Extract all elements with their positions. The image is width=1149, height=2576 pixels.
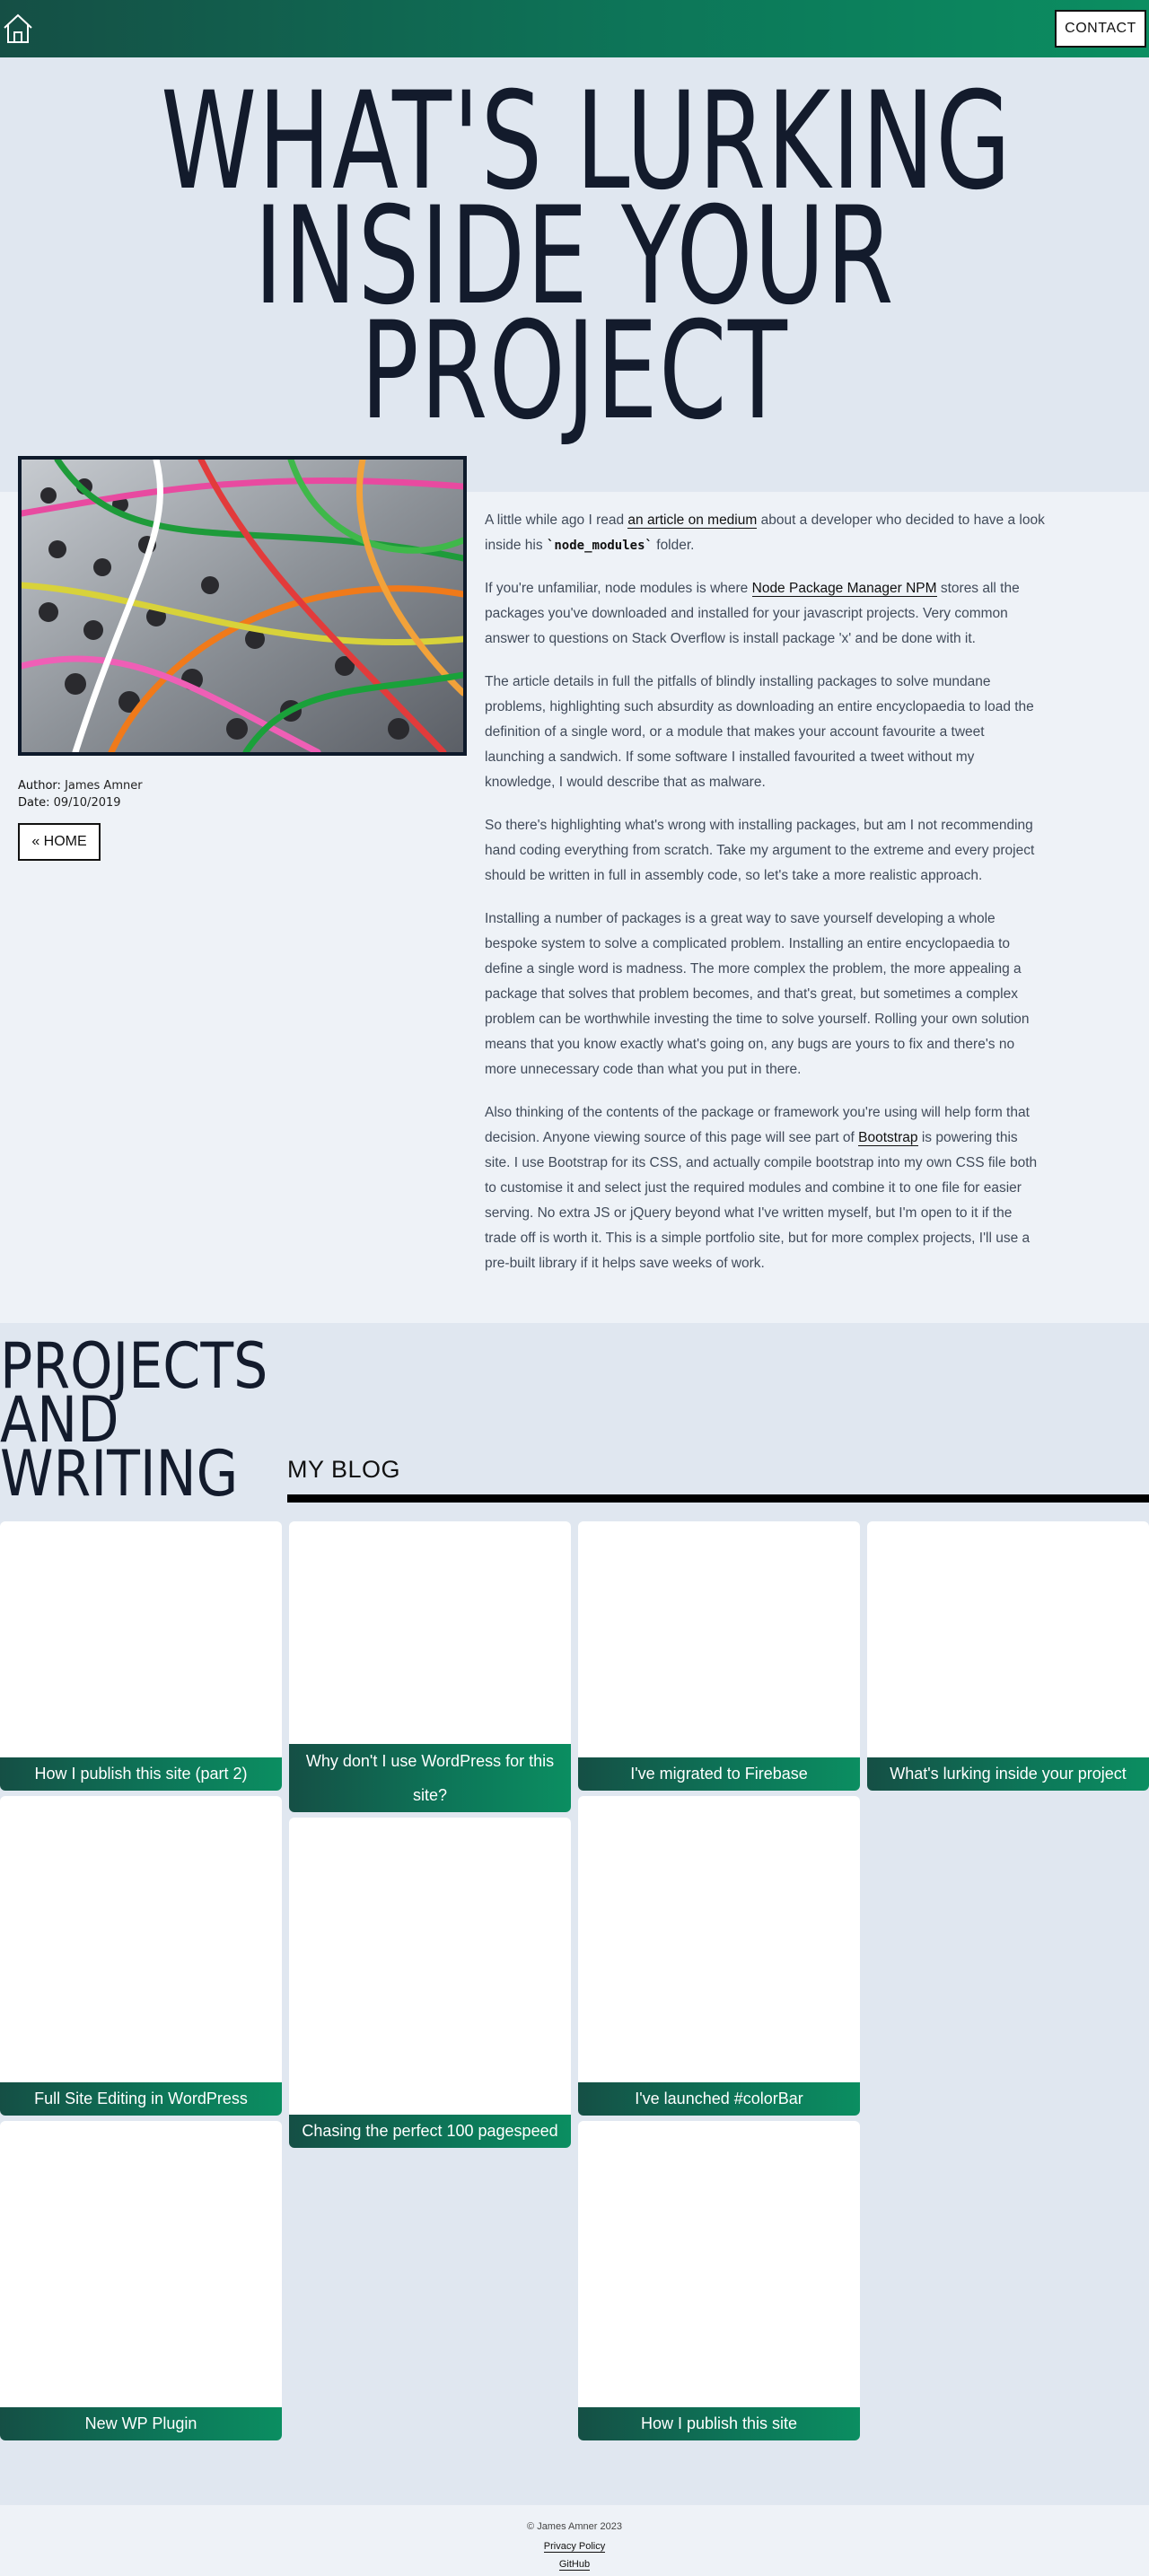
blog-card-title[interactable]: Full Site Editing in WordPress [0, 2082, 282, 2116]
article-meta: Author: James Amner Date: 09/10/2019 [18, 777, 143, 811]
feature-image [18, 456, 467, 756]
blog-divider [287, 1494, 1149, 1503]
projects-section: PROJECTS AND WRITING MY BLOG How I publi… [0, 1323, 1149, 2505]
blog-label: MY BLOG [287, 1456, 401, 1483]
article-section: Author: James Amner Date: 09/10/2019 « H… [0, 456, 1149, 1323]
article-paragraph: A little while ago I read an article on … [485, 508, 1047, 558]
blog-card[interactable]: What's lurking inside your project [867, 1521, 1149, 1791]
blog-card-title[interactable]: How I publish this site [578, 2407, 860, 2440]
inline-code: `node_modules` [546, 539, 653, 553]
blog-card[interactable]: How I publish this site [578, 2121, 860, 2440]
projects-heading: PROJECTS AND WRITING [0, 1335, 268, 1511]
author-name: James Amner [65, 779, 143, 793]
page-title: WHAT'S LURKING INSIDE YOUR PROJECT [161, 74, 1011, 439]
article-body: A little while ago I read an article on … [485, 508, 1047, 1294]
date-label: Date: [18, 796, 50, 810]
text-run: A little while ago I read [485, 513, 628, 528]
blog-card-title[interactable]: What's lurking inside your project [867, 1757, 1149, 1791]
copyright: © James Amner 2023 [527, 2521, 622, 2532]
github-link[interactable]: GitHub [558, 2559, 591, 2571]
blog-card-title[interactable]: Why don't I use WordPress for this site? [289, 1744, 571, 1812]
blog-card-title[interactable]: How I publish this site (part 2) [0, 1757, 282, 1791]
contact-button[interactable]: CONTACT [1055, 10, 1146, 48]
post-date: 09/10/2019 [53, 796, 121, 810]
blog-card-title[interactable]: Chasing the perfect 100 pagespeed [289, 2115, 571, 2148]
blog-card-title[interactable]: New WP Plugin [0, 2407, 282, 2440]
text-run: is powering this site. I use Bootstrap f… [485, 1130, 1038, 1271]
site-footer: © James Amner 2023 Privacy Policy GitHub [0, 2505, 1149, 2576]
blog-card[interactable]: Why don't I use WordPress for this site? [289, 1521, 571, 1812]
article-paragraph: So there's highlighting what's wrong wit… [485, 818, 1035, 883]
blog-card[interactable]: How I publish this site (part 2) [0, 1521, 282, 1791]
article-paragraph: Installing a number of packages is a gre… [485, 911, 1030, 1077]
home-icon[interactable] [2, 13, 34, 45]
projects-heading-line: WRITING [0, 1437, 239, 1511]
site-header: CONTACT [0, 0, 1149, 57]
blog-card[interactable]: Chasing the perfect 100 pagespeed [289, 1818, 571, 2148]
blog-card[interactable]: I've launched #colorBar [578, 1796, 860, 2116]
patch-cables-photo [22, 460, 463, 752]
home-button[interactable]: « HOME [18, 823, 101, 861]
text-run: folder. [652, 538, 695, 553]
npm-link[interactable]: Node Package Manager NPM [751, 581, 937, 597]
blog-card[interactable]: New WP Plugin [0, 2121, 282, 2440]
blog-card-title[interactable]: I've launched #colorBar [578, 2082, 860, 2116]
article-paragraph: Also thinking of the contents of the pac… [485, 1100, 1047, 1276]
author-label: Author: [18, 779, 61, 793]
bootstrap-link[interactable]: Bootstrap [858, 1130, 918, 1146]
blog-card[interactable]: Full Site Editing in WordPress [0, 1796, 282, 2116]
text-run: If you're unfamiliar, node modules is wh… [485, 581, 752, 596]
article-paragraph: The article details in full the pitfalls… [485, 674, 1034, 790]
privacy-policy-link[interactable]: Privacy Policy [543, 2541, 606, 2553]
blog-card-title[interactable]: I've migrated to Firebase [578, 1757, 860, 1791]
article-paragraph: If you're unfamiliar, node modules is wh… [485, 576, 1047, 652]
hero-section: WHAT'S LURKING INSIDE YOUR PROJECT [0, 57, 1149, 492]
medium-article-link[interactable]: an article on medium [627, 513, 758, 529]
blog-card[interactable]: I've migrated to Firebase [578, 1521, 860, 1791]
